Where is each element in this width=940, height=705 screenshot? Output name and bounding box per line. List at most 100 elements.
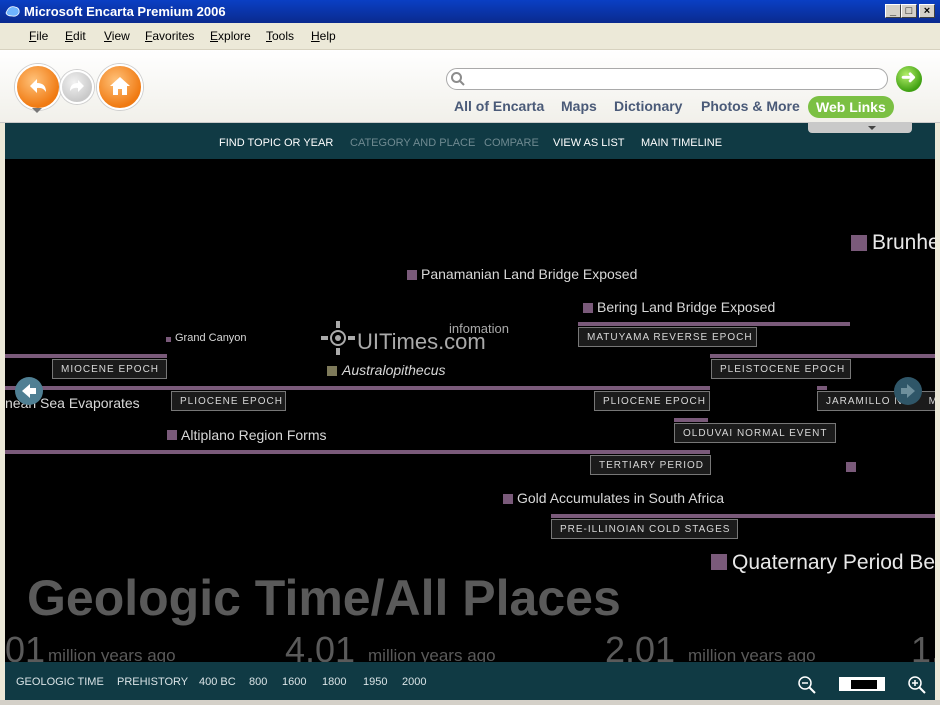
era-prehistory-link[interactable]: PREHISTORY [117, 676, 188, 688]
window-frame-right [935, 23, 940, 705]
search-input[interactable] [473, 71, 877, 89]
ruler-tick-number: 4.01 [285, 629, 356, 662]
menu-edit[interactable]: Edit [65, 29, 86, 43]
period-label[interactable]: MATUYAMA REVERSE EPOCH [578, 327, 757, 347]
ruler-tick-unit: million years ago [368, 646, 496, 662]
period-bar [5, 450, 710, 454]
category-and-place-link[interactable]: CATEGORY AND PLACE [350, 137, 475, 149]
zoom-in-icon[interactable] [907, 675, 927, 695]
period-label[interactable]: PLIOCENE EPOCH [594, 391, 710, 411]
forward-button[interactable] [60, 70, 94, 104]
event-label[interactable]: Grand Canyon [175, 332, 247, 344]
view-as-list-link[interactable]: VIEW AS LIST [553, 137, 625, 149]
event-label[interactable]: Australopithecus [342, 362, 446, 378]
minimize-button[interactable]: _ [885, 4, 901, 18]
era-1600-link[interactable]: 1600 [282, 676, 306, 688]
era-400bc-link[interactable]: 400 BC [199, 676, 236, 688]
collapse-arrow-icon [868, 126, 876, 130]
era-bar: GEOLOGIC TIME PREHISTORY 400 BC 800 1600… [5, 662, 935, 700]
period-bar [5, 354, 167, 358]
tab-web-links[interactable]: Web Links [808, 96, 894, 118]
zoom-slider-thumb[interactable] [851, 680, 877, 689]
go-arrow-icon: ➜ [901, 67, 917, 87]
search-go-button[interactable]: ➜ [896, 66, 922, 92]
tab-dictionary[interactable]: Dictionary [614, 98, 682, 114]
timeline-canvas[interactable]: Brunhe Panamanian Land Bridge Exposed Be… [5, 159, 935, 662]
ruler-tick-unit: million years ago [48, 646, 176, 662]
home-button[interactable] [97, 64, 143, 110]
search-icon [451, 72, 465, 86]
menu-tools[interactable]: Tools [266, 29, 294, 43]
menu-file[interactable]: File [29, 29, 48, 43]
period-label-text: MA [928, 396, 935, 407]
era-2000-link[interactable]: 2000 [402, 676, 426, 688]
search-box [446, 68, 888, 90]
era-800-link[interactable]: 800 [249, 676, 267, 688]
back-arrow-icon [30, 79, 46, 93]
forward-arrow-icon [70, 80, 84, 92]
event-label[interactable]: Brunhe [872, 231, 935, 255]
period-label[interactable]: PRE-ILLINOIAN COLD STAGES [551, 519, 738, 539]
period-label[interactable]: OLDUVAI NORMAL EVENT [674, 423, 836, 443]
compare-link[interactable]: COMPARE [484, 137, 539, 149]
zoom-out-icon[interactable] [797, 675, 817, 695]
period-bar [578, 322, 850, 326]
event-marker[interactable] [167, 430, 177, 440]
scroll-left-button[interactable] [15, 377, 43, 405]
watermark-crosshair-icon [321, 321, 355, 355]
period-bar [817, 386, 827, 390]
back-history-dropdown-icon[interactable] [32, 108, 42, 113]
event-label[interactable]: Altiplano Region Forms [181, 427, 327, 443]
toolbar-collapse-grip[interactable] [808, 123, 912, 133]
period-label[interactable]: TERTIARY PERIOD [590, 455, 711, 475]
ruler-tick-number: 01 [5, 629, 46, 662]
event-label[interactable]: Gold Accumulates in South Africa [517, 490, 724, 506]
encarta-app-icon [5, 6, 20, 17]
toolbar: ➜ All of Encarta Maps Dictionary Photos … [0, 50, 940, 123]
ruler-tick-number: 1. [911, 629, 935, 662]
menu-explore[interactable]: Explore [210, 29, 251, 43]
tab-photos-and-more[interactable]: Photos & More [701, 98, 800, 114]
arrow-right-icon [901, 384, 915, 398]
timeline-title: Geologic Time/All Places [27, 570, 621, 626]
period-bar [674, 418, 708, 422]
menu-help[interactable]: Help [311, 29, 336, 43]
timeline-subnav: FIND TOPIC OR YEAR CATEGORY AND PLACE CO… [5, 123, 935, 159]
maximize-button[interactable]: □ [901, 4, 917, 18]
event-marker[interactable] [327, 366, 337, 376]
era-1800-link[interactable]: 1800 [322, 676, 346, 688]
find-topic-or-year-link[interactable]: FIND TOPIC OR YEAR [219, 137, 333, 149]
tab-all-of-encarta[interactable]: All of Encarta [454, 98, 544, 114]
event-label[interactable]: Bering Land Bridge Exposed [597, 299, 775, 315]
event-label[interactable]: Quaternary Period Be [732, 551, 935, 575]
event-marker[interactable] [851, 235, 867, 251]
era-geologic-time-link[interactable]: GEOLOGIC TIME [16, 676, 104, 688]
period-bar [710, 354, 935, 358]
scroll-right-button[interactable] [894, 377, 922, 405]
main-timeline-link[interactable]: MAIN TIMELINE [641, 137, 722, 149]
arrow-left-icon [22, 384, 36, 398]
period-bar [551, 514, 935, 518]
event-marker[interactable] [711, 554, 727, 570]
home-icon [110, 77, 130, 95]
event-marker[interactable] [503, 494, 513, 504]
close-button[interactable]: × [919, 4, 935, 18]
period-label-text: JARAMILLO N [826, 396, 903, 407]
period-label[interactable]: PLIOCENE EPOCH [171, 391, 286, 411]
window-title: Microsoft Encarta Premium 2006 [24, 4, 226, 19]
event-marker[interactable] [846, 462, 856, 472]
event-marker[interactable] [407, 270, 417, 280]
event-label[interactable]: Panamanian Land Bridge Exposed [421, 266, 637, 282]
menu-favorites[interactable]: Favorites [145, 29, 194, 43]
back-button[interactable] [15, 64, 61, 110]
period-label[interactable]: MIOCENE EPOCH [52, 359, 167, 379]
window-bottom-edge [0, 700, 940, 705]
event-marker[interactable] [583, 303, 593, 313]
watermark-text: UITimes.com [357, 329, 486, 354]
ruler-tick-unit: million years ago [688, 646, 816, 662]
era-1950-link[interactable]: 1950 [363, 676, 387, 688]
period-label[interactable]: PLEISTOCENE EPOCH [711, 359, 851, 379]
menu-view[interactable]: View [104, 29, 130, 43]
event-marker[interactable] [166, 337, 171, 342]
tab-maps[interactable]: Maps [561, 98, 597, 114]
